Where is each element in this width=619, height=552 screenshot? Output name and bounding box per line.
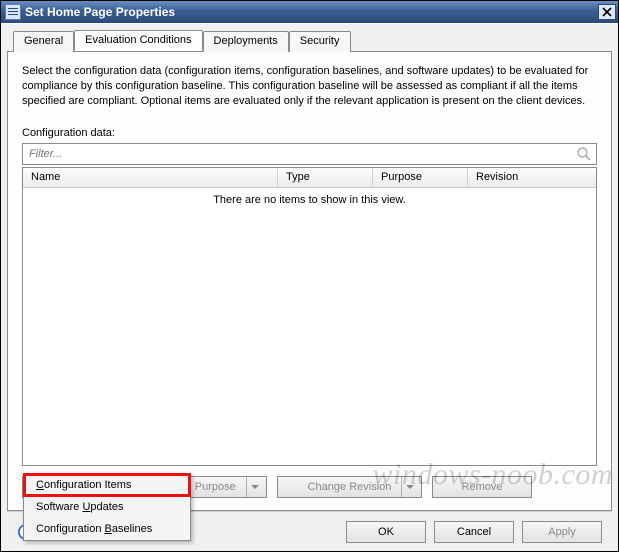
tab-security[interactable]: Security bbox=[289, 31, 351, 52]
dialog-window: Set Home Page Properties General Evaluat… bbox=[0, 0, 619, 552]
tab-evaluation-conditions[interactable]: Evaluation Conditions bbox=[74, 30, 202, 51]
apply-button[interactable]: Apply bbox=[522, 521, 602, 543]
change-purpose-caret bbox=[246, 477, 262, 497]
filter-box bbox=[22, 143, 597, 165]
menu-label: Software Updates bbox=[36, 501, 123, 513]
tab-deployments[interactable]: Deployments bbox=[203, 31, 289, 52]
menu-item-configuration-items[interactable]: Configuration Items bbox=[24, 474, 190, 496]
column-type[interactable]: Type bbox=[278, 168, 373, 187]
chevron-down-icon bbox=[406, 483, 414, 491]
cancel-button[interactable]: Cancel bbox=[434, 521, 514, 543]
change-revision-caret bbox=[401, 477, 417, 497]
column-name[interactable]: Name bbox=[23, 168, 278, 187]
chevron-down-icon bbox=[251, 483, 259, 491]
add-dropdown-menu: Configuration Items Software Updates Con… bbox=[23, 473, 191, 541]
app-icon bbox=[5, 4, 21, 20]
menu-label: Configuration Baselines bbox=[36, 523, 152, 535]
configuration-data-label: Configuration data: bbox=[22, 127, 597, 139]
title-bar: Set Home Page Properties bbox=[1, 1, 618, 23]
change-revision-button[interactable]: Change Revision bbox=[277, 476, 422, 498]
remove-button[interactable]: Remove bbox=[432, 476, 532, 498]
client-area: General Evaluation Conditions Deployment… bbox=[1, 23, 618, 551]
tab-page: Select the configuration data (configura… bbox=[7, 51, 612, 511]
tab-general[interactable]: General bbox=[13, 31, 74, 52]
window-title: Set Home Page Properties bbox=[25, 5, 596, 19]
menu-label: Configuration Items bbox=[36, 479, 131, 491]
change-revision-label: Change Revision bbox=[308, 481, 392, 493]
menu-item-configuration-baselines[interactable]: Configuration Baselines bbox=[24, 518, 190, 540]
search-icon[interactable] bbox=[576, 146, 592, 162]
close-icon bbox=[602, 7, 612, 17]
filter-input[interactable] bbox=[27, 147, 576, 161]
close-button[interactable] bbox=[598, 4, 616, 20]
column-purpose[interactable]: Purpose bbox=[373, 168, 468, 187]
description-text: Select the configuration data (configura… bbox=[22, 64, 597, 109]
ok-button[interactable]: OK bbox=[346, 521, 426, 543]
menu-item-software-updates[interactable]: Software Updates bbox=[24, 496, 190, 518]
tab-strip: General Evaluation Conditions Deployment… bbox=[7, 30, 612, 51]
remove-label: Remove bbox=[462, 481, 503, 493]
list-header: Name Type Purpose Revision bbox=[23, 168, 596, 188]
list-empty-message: There are no items to show in this view. bbox=[23, 188, 596, 465]
column-revision[interactable]: Revision bbox=[468, 168, 596, 187]
configuration-data-list: Name Type Purpose Revision There are no … bbox=[22, 167, 597, 466]
